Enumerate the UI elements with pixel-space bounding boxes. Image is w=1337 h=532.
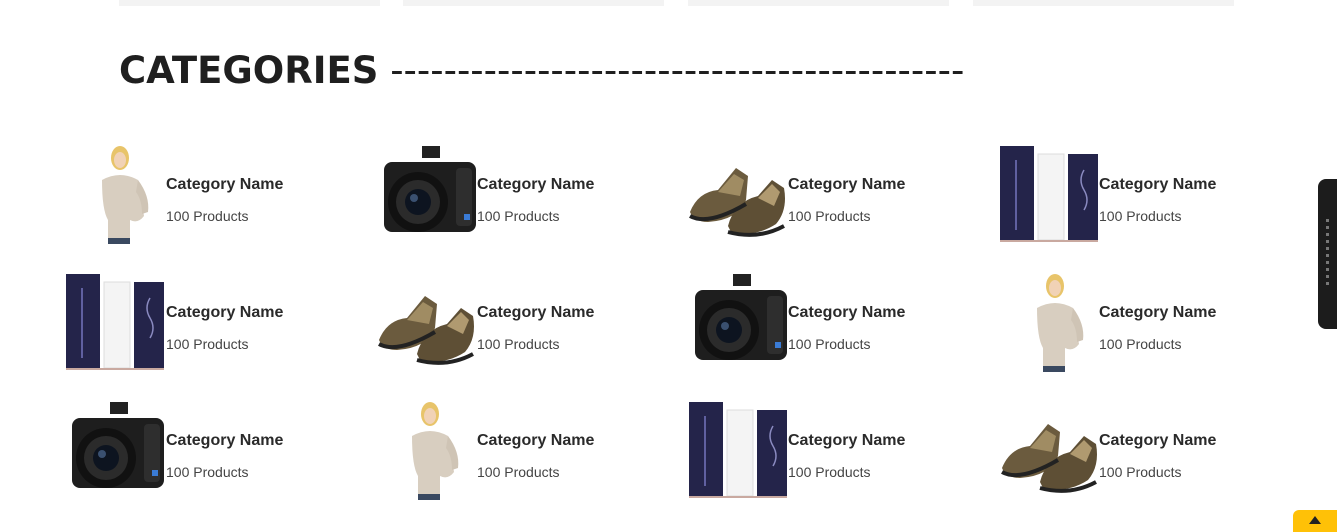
category-name[interactable]: Category Name [1099, 304, 1216, 322]
category-name[interactable]: Category Name [1099, 432, 1216, 450]
grip-icon [1326, 219, 1329, 289]
woman-sweater-image [80, 140, 190, 250]
category-count: 100 Products [477, 336, 560, 352]
category-item[interactable]: Category Name 100 Products [66, 268, 366, 378]
category-item[interactable]: Category Name 100 Products [688, 140, 988, 250]
section-title: CATEGORIES [119, 49, 379, 92]
side-panel-tab[interactable] [1318, 179, 1337, 329]
product-card-edge [973, 0, 1234, 6]
product-card-edge [403, 0, 664, 6]
category-count: 100 Products [1099, 464, 1182, 480]
category-name[interactable]: Category Name [1099, 176, 1216, 194]
category-item[interactable]: Category Name 100 Products [390, 396, 690, 506]
product-card-edge [119, 0, 380, 6]
category-item[interactable]: Category Name 100 Products [80, 140, 380, 250]
category-count: 100 Products [477, 464, 560, 480]
category-name[interactable]: Category Name [477, 432, 594, 450]
section-heading: CATEGORIES -----------------------------… [119, 48, 964, 94]
camera-image [68, 396, 178, 506]
category-item[interactable]: Category Name 100 Products [68, 396, 368, 506]
category-count: 100 Products [477, 208, 560, 224]
product-card-edge [688, 0, 949, 6]
category-count: 100 Products [788, 464, 871, 480]
category-name[interactable]: Category Name [166, 304, 283, 322]
category-name[interactable]: Category Name [788, 304, 905, 322]
category-grid: Category Name 100 Products Category Name… [60, 130, 1310, 520]
category-item[interactable]: Category Name 100 Products [689, 396, 989, 506]
scroll-top-button[interactable] [1293, 510, 1337, 532]
cosmetic-tubes-image [66, 268, 176, 378]
shoes-image [377, 268, 487, 378]
category-name[interactable]: Category Name [788, 432, 905, 450]
category-count: 100 Products [1099, 208, 1182, 224]
cosmetic-tubes-image [689, 396, 799, 506]
category-count: 100 Products [1099, 336, 1182, 352]
category-name[interactable]: Category Name [477, 176, 594, 194]
category-name[interactable]: Category Name [477, 304, 594, 322]
section-title-dashes: ----------------------------------------… [390, 49, 965, 92]
shoes-image [688, 140, 798, 250]
category-item[interactable]: Category Name 100 Products [1000, 140, 1300, 250]
chevron-up-icon [1309, 516, 1321, 524]
category-name[interactable]: Category Name [166, 176, 283, 194]
category-name[interactable]: Category Name [166, 432, 283, 450]
shoes-image [1000, 396, 1110, 506]
category-item[interactable]: Category Name 100 Products [1015, 268, 1315, 378]
category-count: 100 Products [166, 336, 249, 352]
category-item[interactable]: Category Name 100 Products [380, 140, 680, 250]
cosmetic-tubes-image [1000, 140, 1110, 250]
category-count: 100 Products [166, 208, 249, 224]
category-name[interactable]: Category Name [788, 176, 905, 194]
woman-sweater-image [1015, 268, 1125, 378]
category-count: 100 Products [788, 336, 871, 352]
camera-image [380, 140, 490, 250]
category-count: 100 Products [166, 464, 249, 480]
woman-sweater-image [390, 396, 500, 506]
category-item[interactable]: Category Name 100 Products [377, 268, 677, 378]
category-item[interactable]: Category Name 100 Products [691, 268, 991, 378]
category-item[interactable]: Category Name 100 Products [1000, 396, 1300, 506]
camera-image [691, 268, 801, 378]
category-count: 100 Products [788, 208, 871, 224]
